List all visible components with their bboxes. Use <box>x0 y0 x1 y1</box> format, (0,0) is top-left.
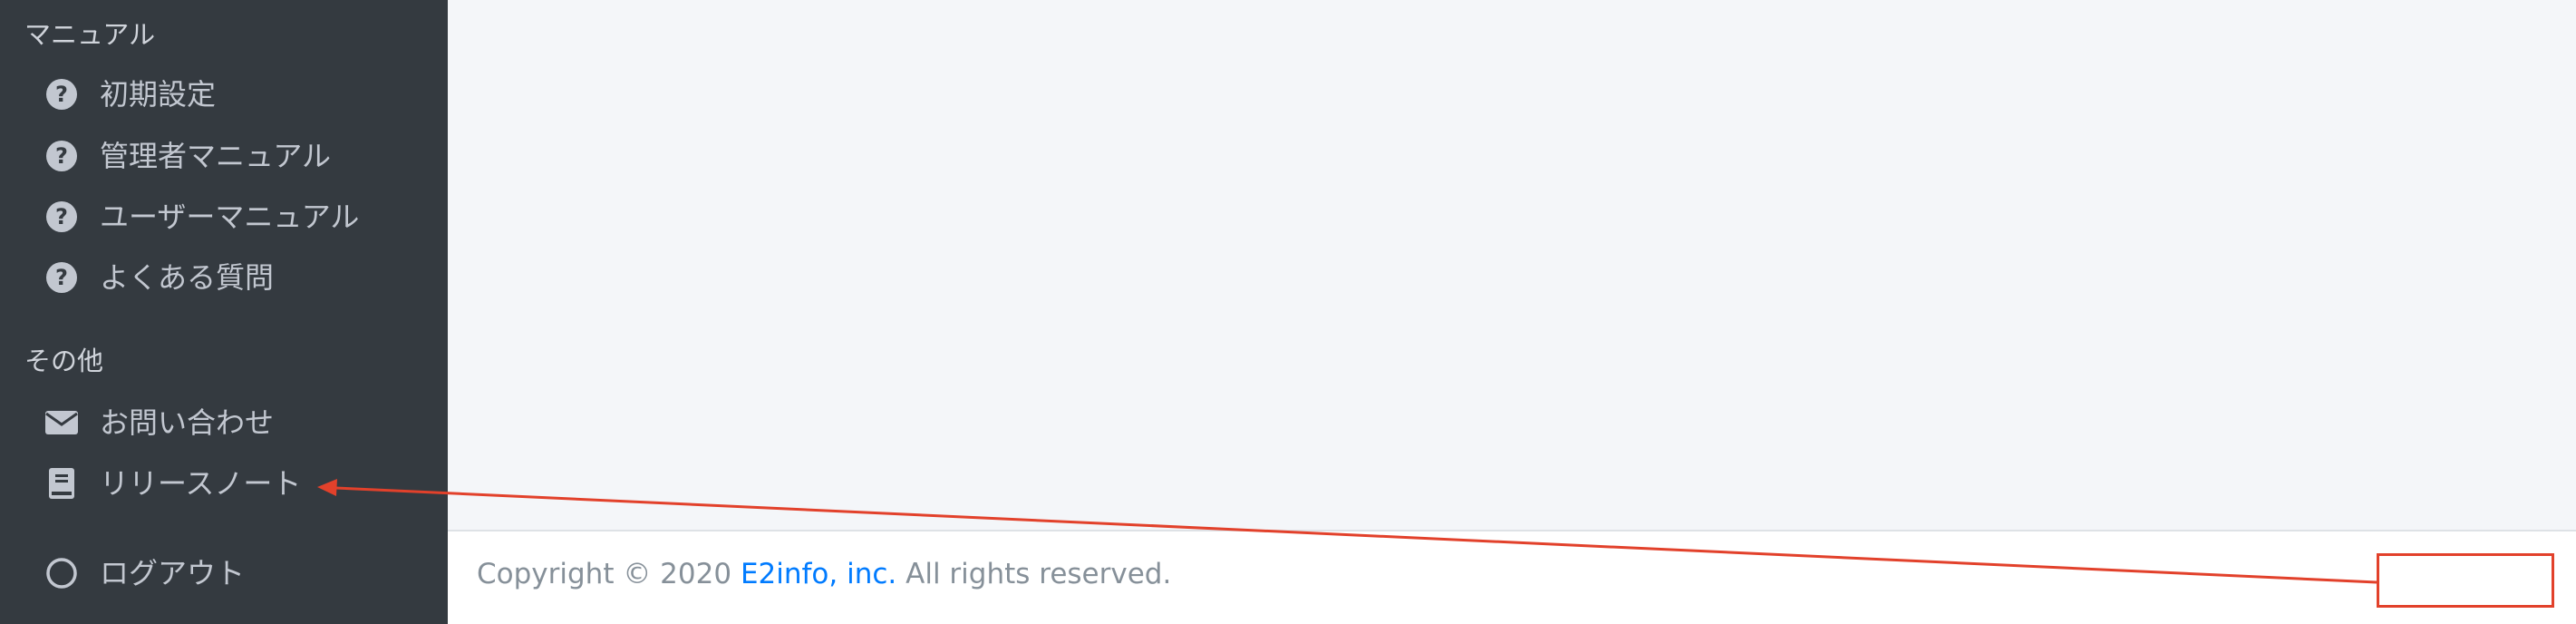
svg-text:?: ? <box>55 204 68 229</box>
annotation-highlight-box <box>2377 553 2554 608</box>
logout-label: ログアウト <box>100 556 246 590</box>
sidebar-item-label: 管理者マニュアル <box>100 139 332 173</box>
svg-text:?: ? <box>55 265 68 290</box>
sidebar-item-label: ユーザーマニュアル <box>100 200 360 234</box>
sidebar-item-release-notes[interactable]: リリースノート <box>44 458 424 509</box>
question-circle-icon: ? <box>44 76 80 112</box>
book-icon <box>44 465 80 502</box>
question-circle-icon: ? <box>44 199 80 235</box>
section-header-other: その他 <box>24 346 104 376</box>
sidebar-item-initial-setup[interactable]: ? 初期設定 <box>44 69 424 120</box>
svg-text:?: ? <box>55 82 68 107</box>
copyright-prefix: Copyright © 2020 <box>477 558 741 590</box>
main-content <box>448 0 2576 530</box>
company-link[interactable]: E2info, inc. <box>741 558 896 590</box>
sidebar-item-label: リリースノート <box>100 466 302 501</box>
sidebar-item-label: よくある質問 <box>100 260 275 295</box>
sidebar-item-admin-manual[interactable]: ? 管理者マニュアル <box>44 131 424 181</box>
sidebar-item-faq[interactable]: ? よくある質問 <box>44 252 424 303</box>
envelope-icon <box>44 405 80 441</box>
sidebar-item-user-manual[interactable]: ? ユーザーマニュアル <box>44 191 424 242</box>
sidebar-item-label: 初期設定 <box>100 77 217 112</box>
sidebar-item-contact[interactable]: お問い合わせ <box>44 397 424 448</box>
sidebar-item-logout[interactable]: ログアウト <box>44 548 424 599</box>
sidebar-item-label: お問い合わせ <box>100 405 275 440</box>
section-header-manual: マニュアル <box>24 19 156 50</box>
copyright-text: Copyright © 2020 E2info, inc. All rights… <box>477 555 1171 594</box>
copyright-suffix: All rights reserved. <box>896 558 1172 590</box>
question-circle-icon: ? <box>44 259 80 296</box>
circle-icon <box>44 555 80 591</box>
footer: Copyright © 2020 E2info, inc. All rights… <box>448 530 2576 624</box>
sidebar: マニュアル ? 初期設定 ? 管理者マニュアル ? ユーザーマニュアル ? よく… <box>0 0 448 624</box>
svg-text:?: ? <box>55 143 68 169</box>
question-circle-icon: ? <box>44 138 80 174</box>
